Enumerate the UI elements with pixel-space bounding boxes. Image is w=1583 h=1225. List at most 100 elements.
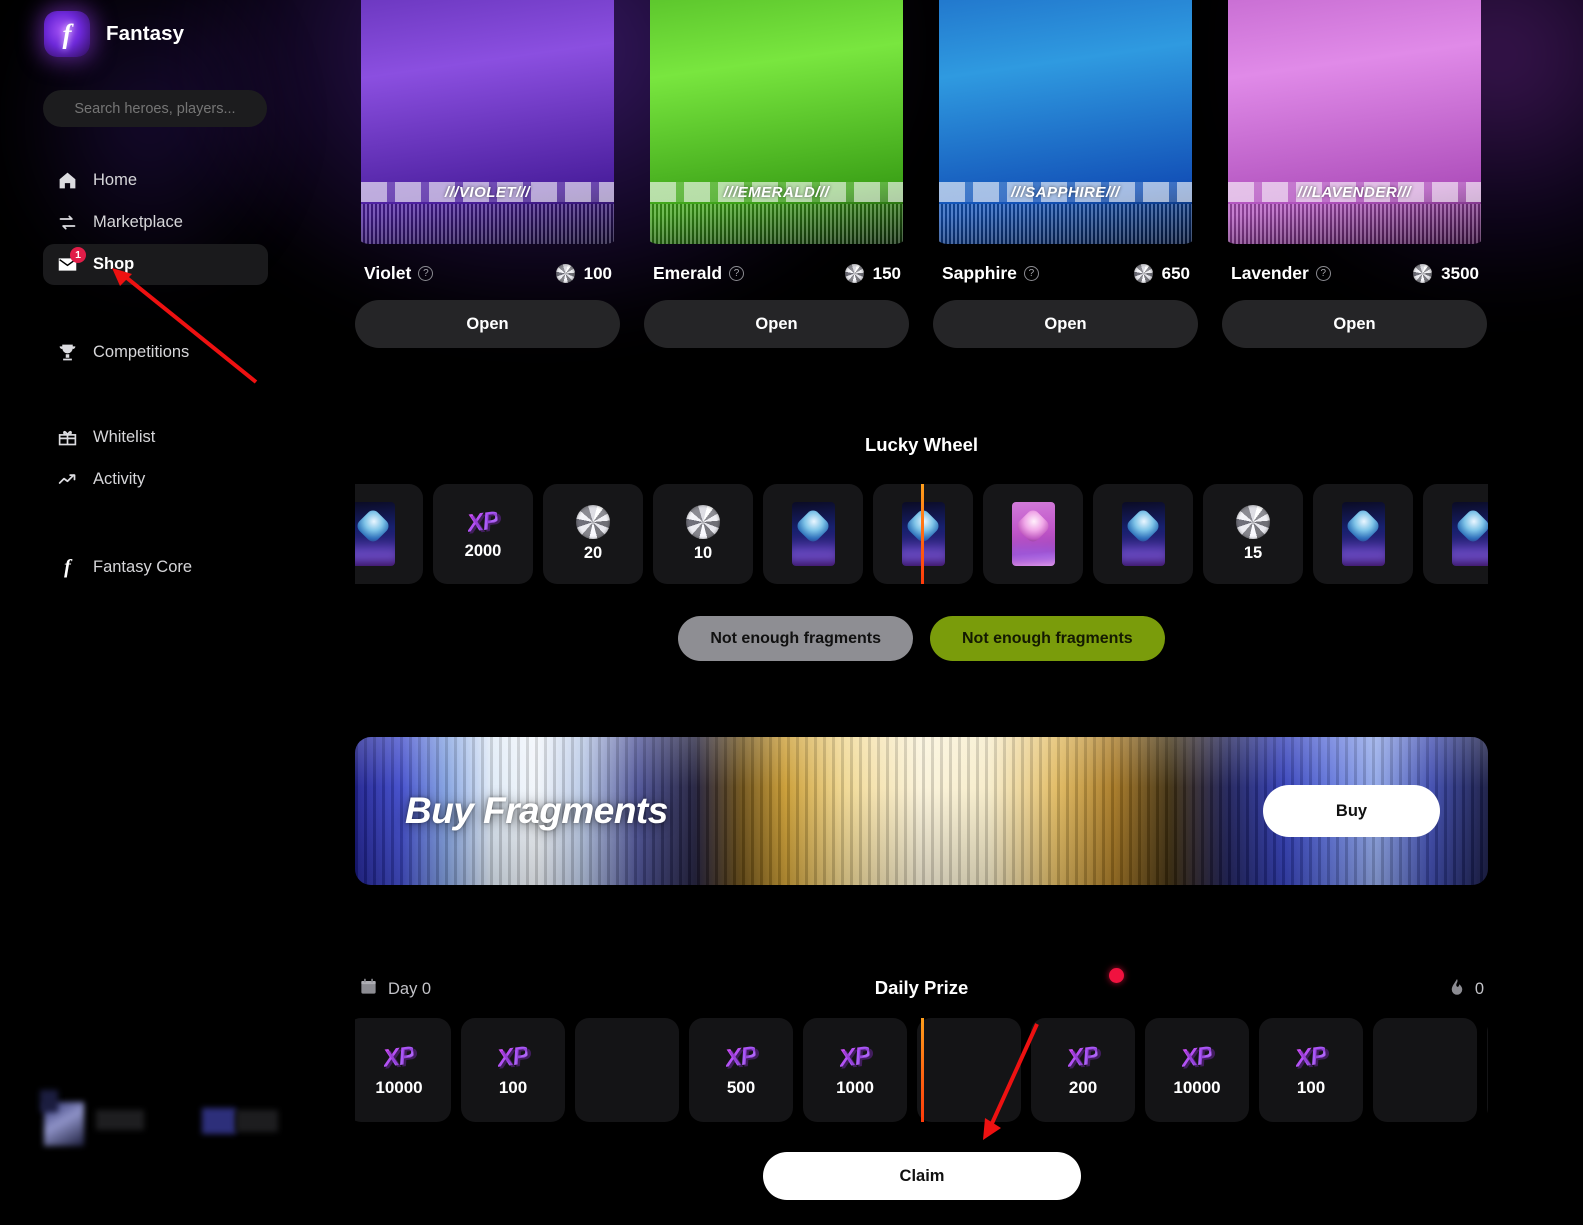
wheel-item[interactable]: 10 [653,484,753,584]
sidebar-item-shop[interactable]: 1 Shop [43,244,268,285]
wheel-item-value: 15 [1244,544,1262,563]
swap-icon [57,212,78,233]
pack-card[interactable]: ///SAPPHIRE/// Sapphire? 650 Open [933,0,1198,348]
wheel-item-value: 10 [694,544,712,563]
sidebar-item-marketplace[interactable]: Marketplace [43,202,268,243]
flame-icon [1448,977,1466,1001]
info-icon[interactable]: ? [729,266,744,281]
wheel-item[interactable] [1093,484,1193,584]
open-pack-button[interactable]: Open [644,300,909,348]
pack-image: ///EMERALD/// [644,0,909,244]
prize-item[interactable]: XP1000 [803,1018,907,1122]
prize-item[interactable]: XP 500 [689,1018,793,1122]
trophy-icon [57,342,78,363]
pack-image: ///SAPPHIRE/// [933,0,1198,244]
mail-icon: 1 [57,254,78,275]
open-pack-button[interactable]: Open [355,300,620,348]
prize-item-value: 10000 [375,1078,422,1098]
sidebar-item-home[interactable]: Home [43,160,268,201]
prize-item-value: 500 [727,1078,755,1098]
prize-item-value: 100 [1297,1078,1325,1098]
pack-price-value: 3500 [1441,264,1479,284]
shop-badge-count: 1 [70,247,86,263]
wheel-item[interactable] [763,484,863,584]
pack-card[interactable]: ///VIOLET///Violet?100Open [355,0,620,348]
spin-multi-button[interactable]: Not enough fragments [930,616,1165,661]
wheel-item[interactable] [1423,484,1488,584]
sidebar-item-whitelist[interactable]: Whitelist [43,417,268,458]
prize-item[interactable] [575,1018,679,1122]
fragment-icon [576,505,610,539]
pack-card[interactable]: ///LAVENDER/// Lavender? 3500 Open [1222,0,1487,348]
open-pack-button[interactable]: Open [1222,300,1487,348]
pack-name: Emerald? [653,263,744,284]
prize-item[interactable]: XP500 [1487,1018,1488,1122]
streak-counter: 0 [1448,977,1484,1001]
daily-prize-carousel[interactable]: XP10000XP100XP500XP1000XP200XP10000XP100… [355,1018,1488,1124]
prize-item[interactable] [917,1018,1021,1122]
claim-button[interactable]: Claim [763,1152,1081,1200]
pack-meta: Lavender? 3500 [1222,263,1487,284]
xp-icon: XP [1294,1041,1329,1074]
pack-price: 650 [1134,264,1190,284]
pack-meta: Emerald? 150 [644,263,909,284]
card-thumbnail [1342,502,1385,566]
sidebar-nav: Home Marketplace 1 Shop [43,160,268,589]
wheel-item[interactable] [983,484,1083,584]
prize-item[interactable]: XP200 [1031,1018,1135,1122]
wheel-item[interactable]: XP2000 [433,484,533,584]
pack-name-text: Emerald [653,263,722,284]
wheel-item[interactable]: 20 [543,484,643,584]
lucky-wheel-carousel[interactable]: XP2000 20 10 15 [355,484,1488,586]
pack-image: ///VIOLET/// [355,0,620,244]
fantasy-logo-icon: f [44,11,90,57]
wheel-item[interactable] [1313,484,1413,584]
pack-meta: Violet?100 [355,263,620,284]
sidebar-item-label: Marketplace [93,213,183,232]
prize-item-value: 1000 [836,1078,874,1098]
card-thumbnail [1452,502,1489,566]
prize-item[interactable]: XP10000 [355,1018,451,1122]
tube-label: ///EMERALD/// [724,184,830,201]
info-icon[interactable]: ? [1316,266,1331,281]
tube-label: ///LAVENDER/// [1298,184,1411,201]
pack-name: Lavender? [1231,263,1331,284]
fragment-icon [1413,264,1432,283]
xp-icon: XP [496,1041,531,1074]
buy-fragments-banner[interactable]: Buy Fragments Buy [355,737,1488,885]
pack-card[interactable]: ///EMERALD/// Emerald? 150 Open [644,0,909,348]
sidebar-item-activity[interactable]: Activity [43,459,268,500]
open-pack-button[interactable]: Open [933,300,1198,348]
wheel-item[interactable]: 15 [1203,484,1303,584]
fantasy-f-icon: f [57,557,78,578]
buy-button[interactable]: Buy [1263,785,1440,837]
sidebar-item-label: Competitions [93,343,189,362]
card-thumbnail [355,502,395,566]
brand[interactable]: f Fantasy [44,11,184,57]
prize-item[interactable]: XP100 [461,1018,565,1122]
info-icon[interactable]: ? [418,266,433,281]
card-thumbnail [1122,502,1165,566]
xp-icon: XP [724,1041,759,1074]
search-input[interactable] [43,90,267,127]
prize-item[interactable] [1373,1018,1477,1122]
pack-price-value: 100 [584,264,612,284]
tube-label: ///VIOLET/// [445,184,530,201]
sidebar-item-competitions[interactable]: Competitions [43,332,268,373]
lucky-wheel-title: Lucky Wheel [355,434,1488,456]
spin-once-button[interactable]: Not enough fragments [678,616,913,661]
prize-item-value: 200 [1069,1078,1097,1098]
wheel-item-value: 20 [584,544,602,563]
prize-item[interactable]: XP 100 [1259,1018,1363,1122]
prize-item[interactable]: XP10000 [1145,1018,1249,1122]
wheel-item[interactable] [873,484,973,584]
pack-list: ///VIOLET///Violet?100Open///EMERALD///E… [355,0,1488,348]
info-icon[interactable]: ? [1024,266,1039,281]
sidebar-item-fantasy-core[interactable]: f Fantasy Core [43,547,268,588]
xp-icon: XP [466,506,501,539]
pack-image: ///LAVENDER/// [1222,0,1487,244]
wheel-item[interactable] [355,484,423,584]
pack-price-value: 150 [873,264,901,284]
sidebar: f Fantasy Home Marketplace [0,0,355,1225]
pack-name: Sapphire? [942,263,1039,284]
